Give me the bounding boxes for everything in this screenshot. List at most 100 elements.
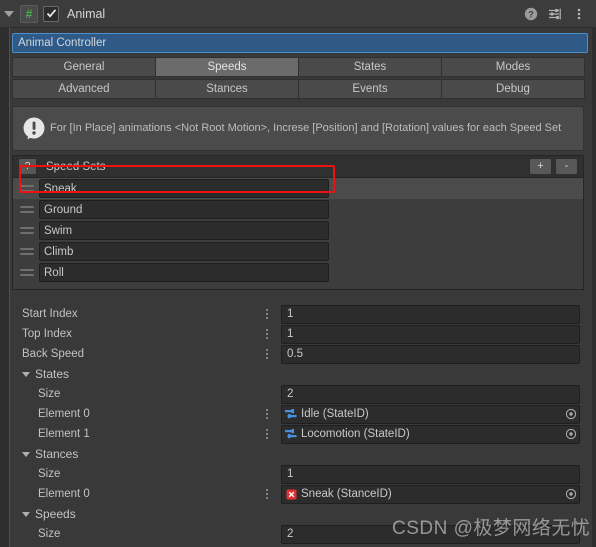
left-gutter — [0, 27, 9, 547]
speed-set-name: Roll — [44, 266, 64, 279]
object-reference-field[interactable]: Locomotion (StateID) — [281, 424, 580, 444]
property-value-field[interactable]: 1 — [281, 464, 580, 484]
property-row: Start Index 1 — [22, 304, 588, 324]
speed-sets-help-button[interactable]: ? — [18, 158, 37, 175]
component-foldout-toggle[interactable] — [4, 10, 14, 17]
property-list: Start Index 1 Top Index 1 Back Speed 0.5 State… — [0, 290, 596, 544]
property-row: Back Speed 0.5 — [22, 344, 588, 364]
drag-handle-icon[interactable] — [20, 206, 39, 213]
tab-stances[interactable]: Stances — [155, 79, 299, 99]
kebab-menu-icon[interactable] — [572, 7, 586, 21]
speed-set-name-field[interactable]: Ground — [39, 200, 329, 219]
speed-sets-add-button[interactable]: + — [529, 158, 552, 175]
info-helpbox-message: For [In Place] animations <Not Root Moti… — [50, 121, 562, 134]
speed-sets-list: ? Speed Sets + - Sneak Ground Swim Climb Rol… — [12, 155, 584, 290]
component-enabled-checkbox[interactable] — [43, 5, 59, 22]
component-title: Animal — [67, 6, 106, 21]
animal-controller-field[interactable]: Animal Controller — [12, 33, 588, 53]
tab-states[interactable]: States — [298, 57, 442, 77]
tab-modes[interactable]: Modes — [441, 57, 585, 77]
animal-controller-row: Animal Controller — [0, 28, 596, 57]
speed-set-name: Ground — [44, 203, 83, 216]
object-reference-field[interactable]: Sneak (StanceID) — [281, 484, 580, 504]
prefab-override-marker[interactable] — [265, 329, 269, 339]
property-field-wrap: 2 — [281, 384, 580, 404]
property-field-wrap: Locomotion (StateID) — [281, 424, 580, 444]
property-label: Size — [38, 468, 61, 480]
property-value-field[interactable]: 1 — [281, 324, 580, 344]
unity-inspector-panel: # Animal ? Animal Controller General Spe… — [0, 0, 596, 547]
speed-set-name-field[interactable]: Sneak — [39, 179, 329, 198]
tab-advanced[interactable]: Advanced — [12, 79, 156, 99]
property-value-field[interactable]: 0.5 — [281, 344, 580, 364]
property-field-wrap: 2 — [281, 524, 580, 544]
object-reference-name: Idle (StateID) — [301, 408, 369, 420]
property-value-field[interactable]: 2 — [281, 384, 580, 404]
property-label: Element 0 — [38, 408, 90, 420]
drag-handle-icon[interactable] — [20, 269, 39, 276]
tab-speeds[interactable]: Speeds — [155, 57, 299, 77]
property-row: Size 1 — [22, 464, 588, 484]
preset-icon[interactable] — [548, 7, 562, 21]
property-field-wrap: 1 — [281, 324, 580, 344]
property-value: 2 — [287, 388, 294, 400]
right-gutter — [592, 27, 596, 547]
property-value-field[interactable]: 2 — [281, 524, 580, 544]
prefab-override-marker[interactable] — [265, 309, 269, 319]
speed-sets-title: Speed Sets — [46, 160, 106, 173]
prefab-override-marker[interactable] — [265, 429, 269, 439]
object-picker-icon[interactable] — [564, 408, 577, 421]
object-reference-name: Locomotion (StateID) — [301, 428, 410, 440]
speed-sets-remove-button[interactable]: - — [555, 158, 578, 175]
info-bubble-icon — [19, 116, 48, 142]
property-label: Top Index — [22, 328, 72, 340]
drag-handle-icon[interactable] — [20, 185, 39, 192]
animal-controller-value: Animal Controller — [18, 37, 107, 49]
tab-debug[interactable]: Debug — [441, 79, 585, 99]
property-label: Size — [38, 528, 61, 540]
speed-set-row[interactable]: Swim — [13, 220, 583, 241]
speed-set-row[interactable]: Climb — [13, 241, 583, 262]
prefab-override-marker[interactable] — [265, 489, 269, 499]
property-field-wrap: 1 — [281, 464, 580, 484]
property-value: 1 — [287, 308, 294, 320]
drag-handle-icon[interactable] — [20, 227, 39, 234]
drag-handle-icon[interactable] — [20, 248, 39, 255]
tab-row-2: Advanced Stances Events Debug — [12, 79, 585, 99]
property-field-wrap: 1 — [281, 304, 580, 324]
speed-set-name-field[interactable]: Roll — [39, 263, 329, 282]
speed-set-name-field[interactable]: Climb — [39, 242, 329, 261]
property-row: Element 1 Locomotion (StateID) — [22, 424, 588, 444]
property-value-field[interactable]: 1 — [281, 304, 580, 324]
object-picker-icon[interactable] — [564, 488, 577, 501]
help-icon[interactable]: ? — [524, 7, 538, 21]
header-actions: ? — [524, 7, 590, 21]
chevron-down-icon — [22, 451, 30, 457]
checkmark-icon — [46, 9, 56, 18]
section-foldout-states[interactable]: States — [22, 364, 588, 384]
svg-text:?: ? — [528, 9, 534, 19]
property-row: Size 2 — [22, 384, 588, 404]
speed-set-name: Sneak — [44, 182, 77, 195]
prefab-override-marker[interactable] — [265, 349, 269, 359]
property-row: Element 0 Idle (StateID) — [22, 404, 588, 424]
section-foldout-stances[interactable]: Stances — [22, 444, 588, 464]
property-value: 1 — [287, 468, 294, 480]
speed-set-name-field[interactable]: Swim — [39, 221, 329, 240]
tab-general[interactable]: General — [12, 57, 156, 77]
info-helpbox: For [In Place] animations <Not Root Moti… — [12, 106, 584, 151]
object-picker-icon[interactable] — [564, 428, 577, 441]
speed-set-row[interactable]: Roll — [13, 262, 583, 283]
section-foldout-speeds[interactable]: Speeds — [22, 504, 588, 524]
tab-events[interactable]: Events — [298, 79, 442, 99]
speed-set-row[interactable]: Ground — [13, 199, 583, 220]
property-value: 2 — [287, 528, 294, 540]
prefab-override-marker[interactable] — [265, 409, 269, 419]
speed-set-name: Swim — [44, 224, 73, 237]
property-row: Element 0 Sneak (StanceID) — [22, 484, 588, 504]
speed-set-row[interactable]: Sneak — [13, 178, 583, 199]
property-field-wrap: Idle (StateID) — [281, 404, 580, 424]
object-reference-field[interactable]: Idle (StateID) — [281, 404, 580, 424]
property-row: Size 2 — [22, 524, 588, 544]
property-row: Top Index 1 — [22, 324, 588, 344]
